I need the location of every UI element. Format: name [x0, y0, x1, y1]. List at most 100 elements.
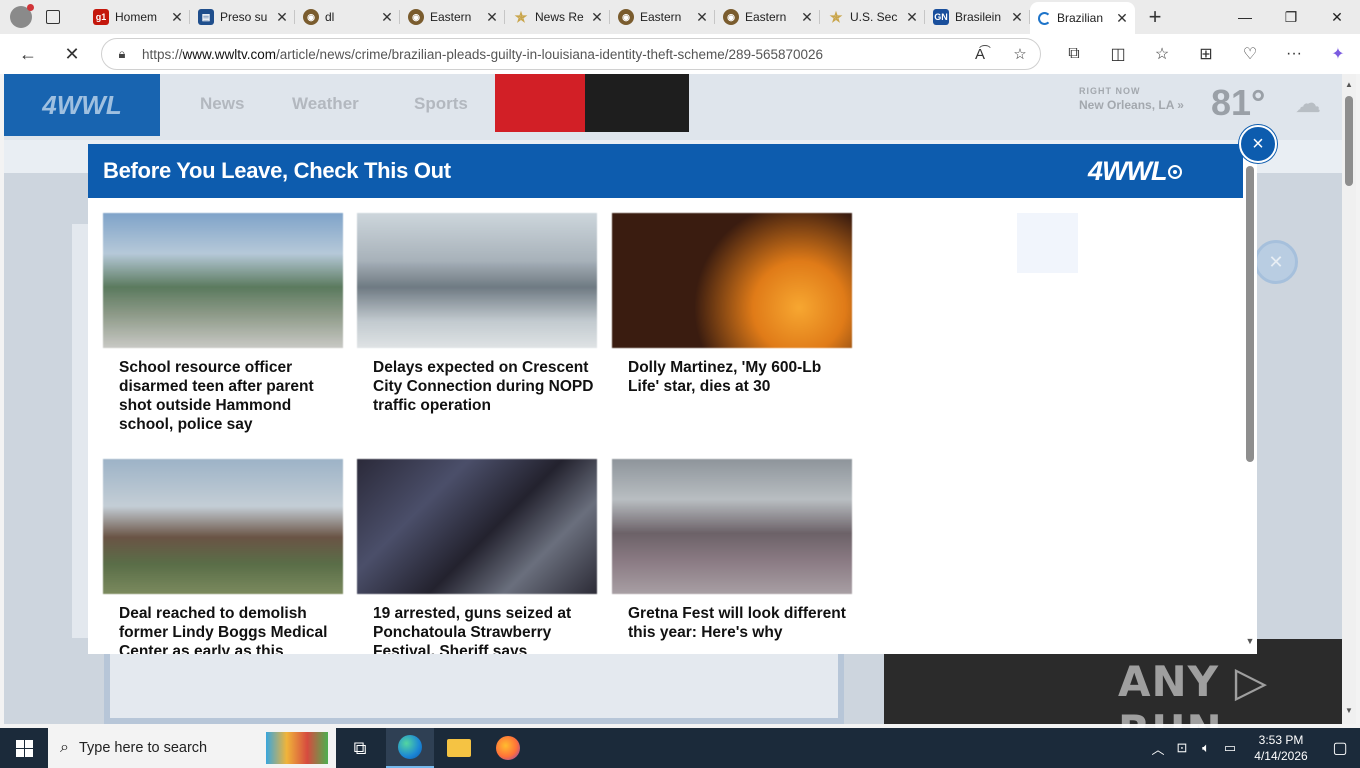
story-thumbnail[interactable]: [612, 459, 852, 594]
read-aloud-icon[interactable]: A͡: [960, 46, 1000, 63]
page-scrollbar[interactable]: ▲ ▼: [1342, 74, 1356, 724]
browser-tab[interactable]: ▤ Preso su ✕: [190, 0, 295, 34]
tab-title: Eastern: [430, 10, 472, 24]
tab-actions-icon[interactable]: [46, 10, 60, 24]
new-tab-button[interactable]: +: [1135, 0, 1175, 34]
story-headline[interactable]: Delays expected on Crescent City Connect…: [357, 348, 597, 415]
story-card[interactable]: School resource officer disarmed teen af…: [103, 213, 343, 434]
modal-close-button[interactable]: ×: [1239, 125, 1277, 163]
browser-tab[interactable]: ✯ U.S. Sec ✕: [820, 0, 925, 34]
back-button[interactable]: ←: [10, 38, 46, 70]
page-scroll-thumb[interactable]: [1345, 96, 1353, 186]
modal-scroll-down-icon[interactable]: ▼: [1243, 636, 1257, 646]
stop-loading-button[interactable]: ✕: [54, 38, 90, 70]
file-explorer-icon[interactable]: [435, 728, 483, 768]
nav-weather[interactable]: Weather: [292, 94, 359, 114]
browser-essentials-icon[interactable]: ♡: [1228, 44, 1272, 64]
url-text[interactable]: https://www.wwltv.com/article/news/crime…: [142, 47, 960, 62]
tab-title: Brasilein: [955, 10, 1002, 24]
story-thumbnail[interactable]: [357, 459, 597, 594]
scroll-up-icon[interactable]: ▲: [1342, 80, 1356, 89]
promo-banner[interactable]: [495, 74, 585, 132]
browser-tab[interactable]: Brazilian ✕: [1030, 2, 1135, 34]
clock-time: 3:53 PM: [1258, 733, 1304, 747]
minimize-button[interactable]: —: [1222, 0, 1268, 34]
tab-close-icon[interactable]: ✕: [380, 9, 394, 26]
story-headline[interactable]: School resource officer disarmed teen af…: [103, 348, 343, 434]
tab-close-icon[interactable]: ✕: [905, 9, 919, 26]
tab-favicon-icon: g1: [93, 9, 109, 25]
firefox-logo-icon: [496, 736, 520, 760]
more-menu-icon[interactable]: ···: [1272, 45, 1316, 63]
favorites-icon[interactable]: ☆: [1140, 44, 1184, 64]
nav-news[interactable]: News: [200, 94, 244, 114]
profile-icon[interactable]: [10, 4, 34, 28]
search-highlight-image: [266, 732, 328, 764]
story-thumbnail[interactable]: [357, 213, 597, 348]
tray-overflow-icon[interactable]: ︿: [1146, 739, 1170, 758]
story-headline[interactable]: Gretna Fest will look different this yea…: [612, 594, 852, 642]
volume-icon[interactable]: 🔈︎: [1194, 740, 1218, 756]
split-screen-icon[interactable]: ◫: [1096, 44, 1140, 64]
nav-sports[interactable]: Sports: [414, 94, 468, 114]
tab-title: News Re: [535, 10, 584, 24]
tab-close-icon[interactable]: ✕: [170, 9, 184, 26]
lock-icon[interactable]: 🔒︎: [102, 46, 142, 62]
tab-strip-lead: [0, 0, 85, 34]
story-thumbnail[interactable]: [103, 459, 343, 594]
story-headline[interactable]: 19 arrested, guns seized at Ponchatoula …: [357, 594, 597, 654]
story-card[interactable]: Dolly Martinez, 'My 600-Lb Life' star, d…: [612, 213, 852, 396]
story-thumbnail[interactable]: [612, 213, 852, 348]
browser-tab[interactable]: ◉ Eastern ✕: [610, 0, 715, 34]
taskbar-search[interactable]: ⌕ Type here to search: [48, 728, 336, 768]
story-thumbnail[interactable]: [103, 213, 343, 348]
tab-title: Homem: [115, 10, 158, 24]
story-card[interactable]: Delays expected on Crescent City Connect…: [357, 213, 597, 415]
task-view-icon[interactable]: ⧉: [336, 728, 384, 768]
browser-tab[interactable]: ✯ News Re ✕: [505, 0, 610, 34]
promo-banner-dark[interactable]: [585, 74, 689, 132]
story-card[interactable]: Gretna Fest will look different this yea…: [612, 459, 852, 642]
notifications-icon[interactable]: ▢: [1320, 738, 1360, 758]
start-button[interactable]: [0, 728, 48, 768]
tab-title: Eastern: [640, 10, 682, 24]
tab-close-icon[interactable]: ✕: [1115, 10, 1129, 27]
tab-favicon-icon: ✯: [830, 8, 842, 25]
firefox-taskbar-icon[interactable]: [484, 728, 532, 768]
browser-tab[interactable]: GN Brasilein ✕: [925, 0, 1030, 34]
tab-title: Eastern: [745, 10, 787, 24]
browser-tab[interactable]: ◉ Eastern ✕: [715, 0, 820, 34]
edge-taskbar-icon[interactable]: [386, 728, 434, 768]
story-card[interactable]: 19 arrested, guns seized at Ponchatoula …: [357, 459, 597, 654]
tab-close-icon[interactable]: ✕: [800, 9, 814, 26]
close-window-button[interactable]: ✕: [1314, 0, 1360, 34]
collections-icon[interactable]: ⊞: [1184, 44, 1228, 64]
copilot-icon[interactable]: ✦: [1316, 44, 1360, 64]
modal-scroll-thumb[interactable]: [1246, 166, 1254, 462]
story-headline[interactable]: Deal reached to demolish former Lindy Bo…: [103, 594, 343, 654]
story-card[interactable]: Deal reached to demolish former Lindy Bo…: [103, 459, 343, 654]
browser-tab[interactable]: ◉ Eastern ✕: [400, 0, 505, 34]
address-bar[interactable]: 🔒︎ https://www.wwltv.com/article/news/cr…: [101, 38, 1041, 70]
browser-tab[interactable]: g1 Homem ✕: [85, 0, 190, 34]
search-icon: ⌕: [60, 739, 69, 756]
tab-close-icon[interactable]: ✕: [1010, 9, 1024, 26]
display-icon[interactable]: ▭: [1218, 740, 1242, 756]
modal-scrollbar[interactable]: ▼: [1243, 166, 1257, 654]
network-status-icon[interactable]: ⊡: [1170, 740, 1194, 756]
tab-close-icon[interactable]: ✕: [695, 9, 709, 26]
clock[interactable]: 3:53 PM 4/14/2026: [1242, 732, 1320, 764]
favorite-star-icon[interactable]: ☆: [1000, 45, 1040, 63]
site-logo[interactable]: 4WWL: [4, 74, 160, 136]
tab-close-icon[interactable]: ✕: [590, 9, 604, 26]
navigation-bar: ← ✕ 🔒︎ https://www.wwltv.com/article/new…: [0, 34, 1360, 74]
restore-button[interactable]: ❐: [1268, 0, 1314, 34]
story-headline[interactable]: Dolly Martinez, 'My 600-Lb Life' star, d…: [612, 348, 852, 396]
edge-logo-icon: [398, 735, 422, 759]
browser-tab[interactable]: ◉ dl ✕: [295, 0, 400, 34]
tab-close-icon[interactable]: ✕: [485, 9, 499, 26]
extensions-icon[interactable]: ⧉: [1052, 45, 1096, 63]
tab-close-icon[interactable]: ✕: [275, 9, 289, 26]
weather-widget[interactable]: RIGHT NOW New Orleans, LA » 81° ☁: [1079, 82, 1321, 123]
tab-favicon-icon: GN: [933, 9, 949, 25]
